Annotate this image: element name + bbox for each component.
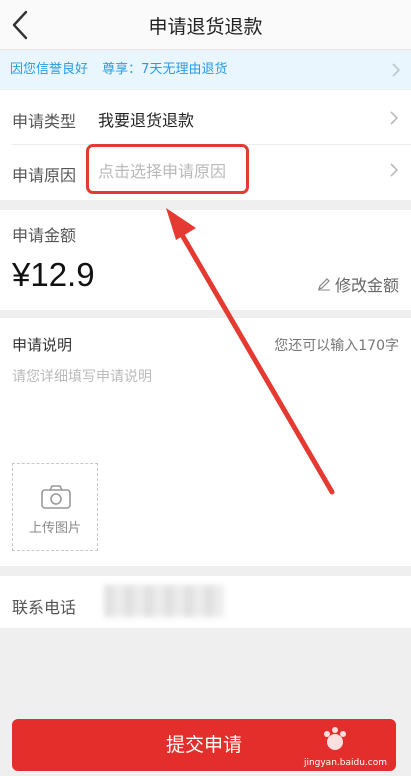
edit-amount-label: 修改金额 bbox=[334, 276, 399, 295]
highlight-box bbox=[86, 144, 249, 194]
phone-input[interactable] bbox=[104, 585, 224, 617]
upload-image-button[interactable]: 上传图片 bbox=[12, 463, 98, 551]
amount-label: 申请金额 bbox=[12, 226, 77, 245]
reason-label: 申请原因 bbox=[12, 166, 77, 185]
app-header: 申请退货退款 bbox=[0, 0, 411, 50]
camera-icon bbox=[41, 485, 71, 509]
char-count-hint: 您还可以输入170字 bbox=[274, 338, 399, 354]
promo-credit-text: 因您信誉良好 bbox=[10, 62, 89, 77]
chevron-right-icon[interactable] bbox=[389, 162, 399, 178]
type-label: 申请类型 bbox=[12, 112, 77, 131]
promo-text: 因您信誉良好 尊享：7天无理由退货 bbox=[10, 51, 227, 89]
chevron-right-icon[interactable] bbox=[389, 110, 399, 126]
note-input[interactable]: 请您详细填写申请说明 bbox=[12, 366, 152, 386]
page-title: 申请退货退款 bbox=[148, 16, 263, 38]
contact-label: 联系电话 bbox=[12, 598, 77, 617]
type-value[interactable]: 我要退货退款 bbox=[98, 107, 194, 131]
amount-value: ¥12.9 bbox=[12, 256, 95, 293]
note-label: 申请说明 bbox=[12, 336, 73, 354]
upload-label: 上传图片 bbox=[28, 521, 81, 536]
pencil-icon bbox=[317, 278, 330, 291]
edit-amount-button[interactable]: 修改金额 bbox=[317, 272, 399, 296]
promo-policy-text: 7天无理由退货 bbox=[141, 62, 228, 77]
watermark-url: jingyan.baidu.com bbox=[303, 758, 387, 768]
chevron-right-icon bbox=[392, 63, 401, 77]
return-policy-banner[interactable]: 因您信誉良好 尊享：7天无理由退货 bbox=[0, 51, 411, 89]
promo-enjoy-text: 尊享： bbox=[102, 62, 142, 77]
